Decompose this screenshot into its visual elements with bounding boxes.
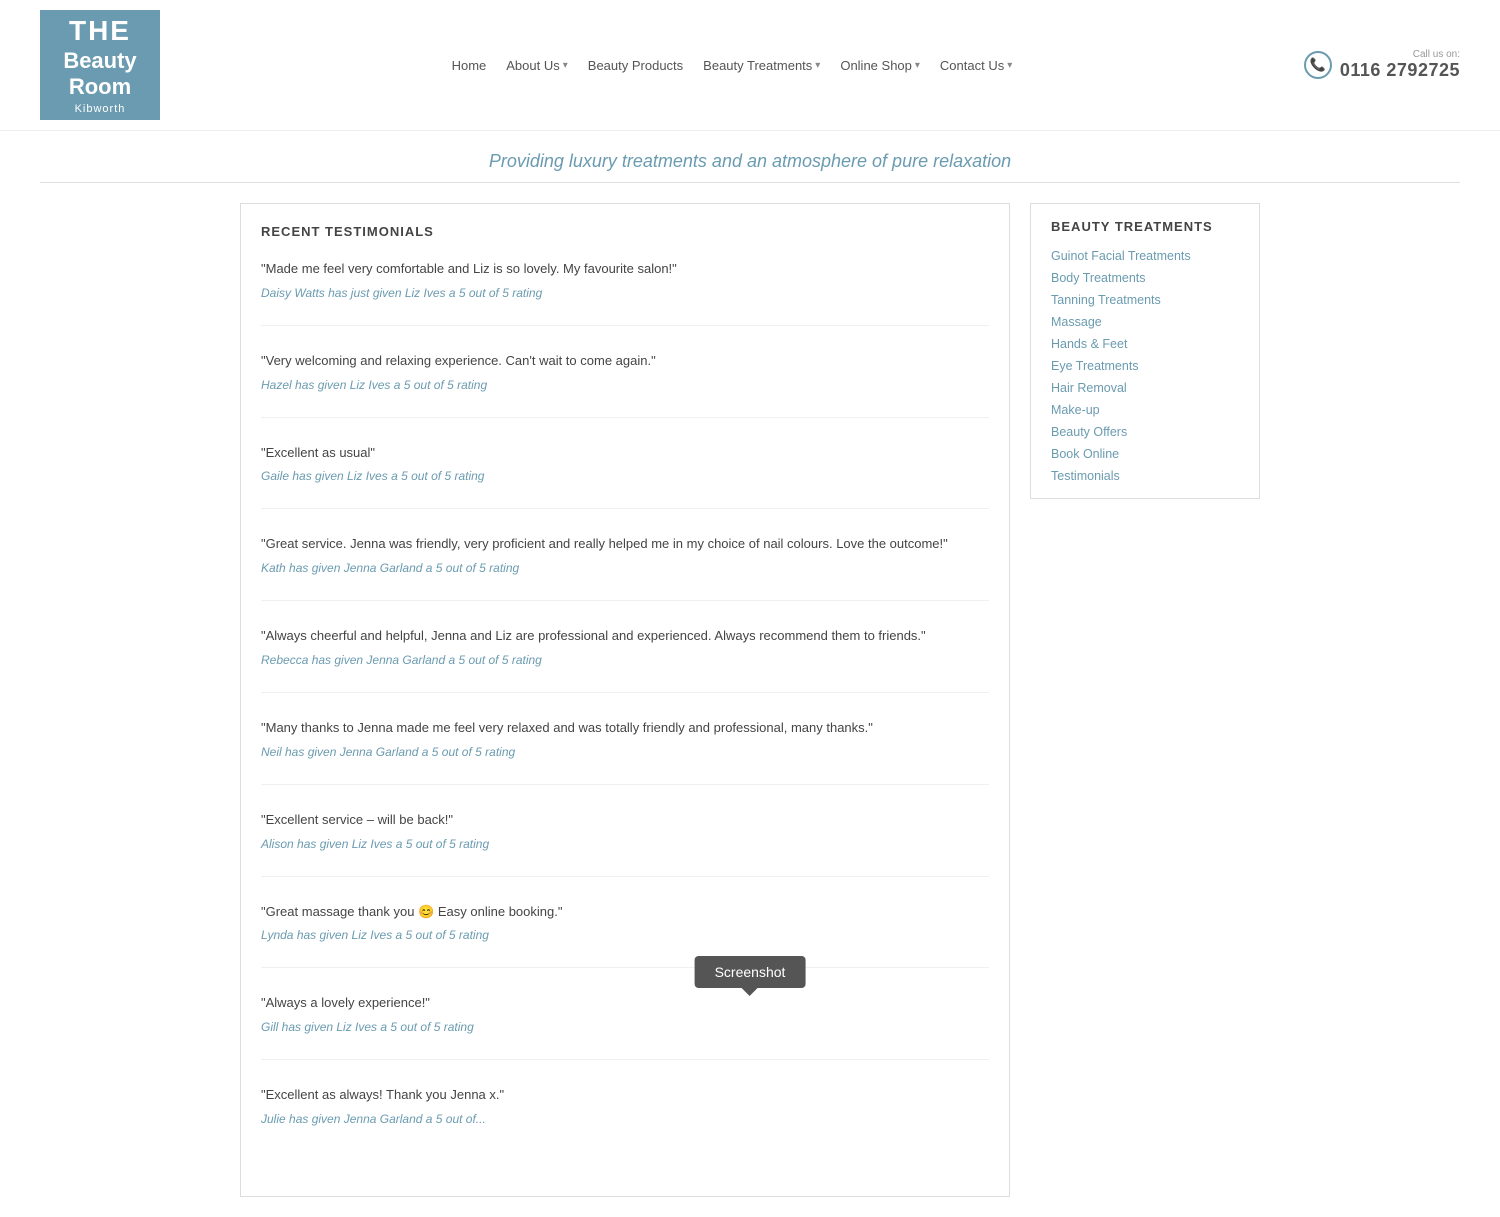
sidebar-beauty-treatments-title: BEAUTY TREATMENTS bbox=[1051, 219, 1239, 234]
phone-icon: 📞 bbox=[1304, 51, 1332, 79]
sidebar-links: Guinot Facial Treatments Body Treatments T… bbox=[1051, 249, 1239, 483]
testimonials-box: RECENT TESTIMONIALS "Made me feel very c… bbox=[240, 203, 1010, 1197]
testimonial-rating: Kath has given Jenna Garland a 5 out of … bbox=[261, 561, 989, 575]
contact-us-chevron-icon: ▾ bbox=[1007, 60, 1012, 71]
testimonial-item: "Great service. Jenna was friendly, very… bbox=[261, 534, 989, 601]
testimonial-item: "Always cheerful and helpful, Jenna and … bbox=[261, 626, 989, 693]
sidebar: BEAUTY TREATMENTS Guinot Facial Treatmen… bbox=[1030, 203, 1260, 1197]
main-nav: Home About Us ▾ Beauty Products Beauty T… bbox=[160, 58, 1304, 73]
online-shop-chevron-icon: ▾ bbox=[915, 60, 920, 71]
phone-number: 0116 2792725 bbox=[1340, 60, 1460, 81]
nav-beauty-products[interactable]: Beauty Products bbox=[588, 58, 683, 73]
nav-about-us[interactable]: About Us ▾ bbox=[506, 58, 568, 73]
testimonial-quote: "Made me feel very comfortable and Liz i… bbox=[261, 259, 989, 280]
sidebar-link[interactable]: Body Treatments bbox=[1051, 271, 1239, 285]
testimonials-title: RECENT TESTIMONIALS bbox=[261, 224, 989, 239]
testimonial-item: "Always a lovely experience!" Gill has gi… bbox=[261, 993, 989, 1060]
testimonial-quote: "Always cheerful and helpful, Jenna and … bbox=[261, 626, 989, 647]
testimonial-rating: Daisy Watts has just given Liz Ives a 5 … bbox=[261, 286, 989, 300]
logo-the: THE bbox=[63, 14, 136, 48]
sidebar-link[interactable]: Testimonials bbox=[1051, 469, 1239, 483]
testimonial-item: "Great massage thank you 😊 Easy online b… bbox=[261, 902, 989, 969]
testimonial-item: "Excellent as usual" Gaile has given Liz … bbox=[261, 443, 989, 510]
tagline: Providing luxury treatments and an atmos… bbox=[40, 131, 1460, 183]
testimonial-item: "Very welcoming and relaxing experience.… bbox=[261, 351, 989, 418]
testimonial-rating: Neil has given Jenna Garland a 5 out of … bbox=[261, 745, 989, 759]
testimonial-rating: Gill has given Liz Ives a 5 out of 5 rat… bbox=[261, 1020, 989, 1034]
logo-beauty: Beauty bbox=[63, 48, 136, 74]
about-us-chevron-icon: ▾ bbox=[563, 60, 568, 71]
testimonial-item: "Excellent service – will be back!" Aliso… bbox=[261, 810, 989, 877]
logo-room: Room bbox=[63, 74, 136, 100]
sidebar-link[interactable]: Eye Treatments bbox=[1051, 359, 1239, 373]
testimonials-list: "Made me feel very comfortable and Liz i… bbox=[261, 259, 989, 1151]
testimonial-quote: "Excellent as usual" bbox=[261, 443, 989, 464]
testimonial-rating: Lynda has given Liz Ives a 5 out of 5 ra… bbox=[261, 928, 989, 942]
site-logo[interactable]: THE Beauty Room Kibworth bbox=[40, 10, 160, 120]
nav-online-shop[interactable]: Online Shop ▾ bbox=[840, 58, 920, 73]
beauty-treatments-chevron-icon: ▾ bbox=[815, 60, 820, 71]
testimonial-rating: Julie has given Jenna Garland a 5 out of… bbox=[261, 1112, 989, 1126]
site-header: THE Beauty Room Kibworth Home About Us ▾… bbox=[0, 0, 1500, 131]
testimonial-rating: Rebecca has given Jenna Garland a 5 out … bbox=[261, 653, 989, 667]
sidebar-link[interactable]: Guinot Facial Treatments bbox=[1051, 249, 1239, 263]
testimonial-quote: "Excellent as always! Thank you Jenna x.… bbox=[261, 1085, 989, 1106]
testimonial-quote: "Excellent service – will be back!" bbox=[261, 810, 989, 831]
logo-kibworth: Kibworth bbox=[63, 103, 136, 116]
phone-area: 📞 Call us on: 0116 2792725 bbox=[1304, 49, 1460, 81]
sidebar-link[interactable]: Massage bbox=[1051, 315, 1239, 329]
nav-home[interactable]: Home bbox=[452, 58, 487, 73]
testimonial-item: "Made me feel very comfortable and Liz i… bbox=[261, 259, 989, 326]
testimonial-rating: Alison has given Liz Ives a 5 out of 5 r… bbox=[261, 837, 989, 851]
nav-contact-us[interactable]: Contact Us ▾ bbox=[940, 58, 1012, 73]
call-us-label: Call us on: bbox=[1340, 49, 1460, 60]
sidebar-link[interactable]: Make-up bbox=[1051, 403, 1239, 417]
testimonial-quote: "Great service. Jenna was friendly, very… bbox=[261, 534, 989, 555]
main-content: RECENT TESTIMONIALS "Made me feel very c… bbox=[200, 183, 1300, 1217]
testimonial-rating: Hazel has given Liz Ives a 5 out of 5 ra… bbox=[261, 378, 989, 392]
sidebar-link[interactable]: Hair Removal bbox=[1051, 381, 1239, 395]
sidebar-link[interactable]: Book Online bbox=[1051, 447, 1239, 461]
sidebar-link[interactable]: Hands & Feet bbox=[1051, 337, 1239, 351]
testimonial-quote: "Very welcoming and relaxing experience.… bbox=[261, 351, 989, 372]
testimonial-item: "Excellent as always! Thank you Jenna x.… bbox=[261, 1085, 989, 1151]
testimonial-quote: "Always a lovely experience!" bbox=[261, 993, 989, 1014]
testimonial-quote: "Great massage thank you 😊 Easy online b… bbox=[261, 902, 989, 923]
sidebar-link[interactable]: Beauty Offers bbox=[1051, 425, 1239, 439]
testimonial-quote: "Many thanks to Jenna made me feel very … bbox=[261, 718, 989, 739]
testimonial-item: "Many thanks to Jenna made me feel very … bbox=[261, 718, 989, 785]
sidebar-link[interactable]: Tanning Treatments bbox=[1051, 293, 1239, 307]
testimonial-rating: Gaile has given Liz Ives a 5 out of 5 ra… bbox=[261, 469, 989, 483]
sidebar-box: BEAUTY TREATMENTS Guinot Facial Treatmen… bbox=[1030, 203, 1260, 499]
nav-beauty-treatments[interactable]: Beauty Treatments ▾ bbox=[703, 58, 820, 73]
